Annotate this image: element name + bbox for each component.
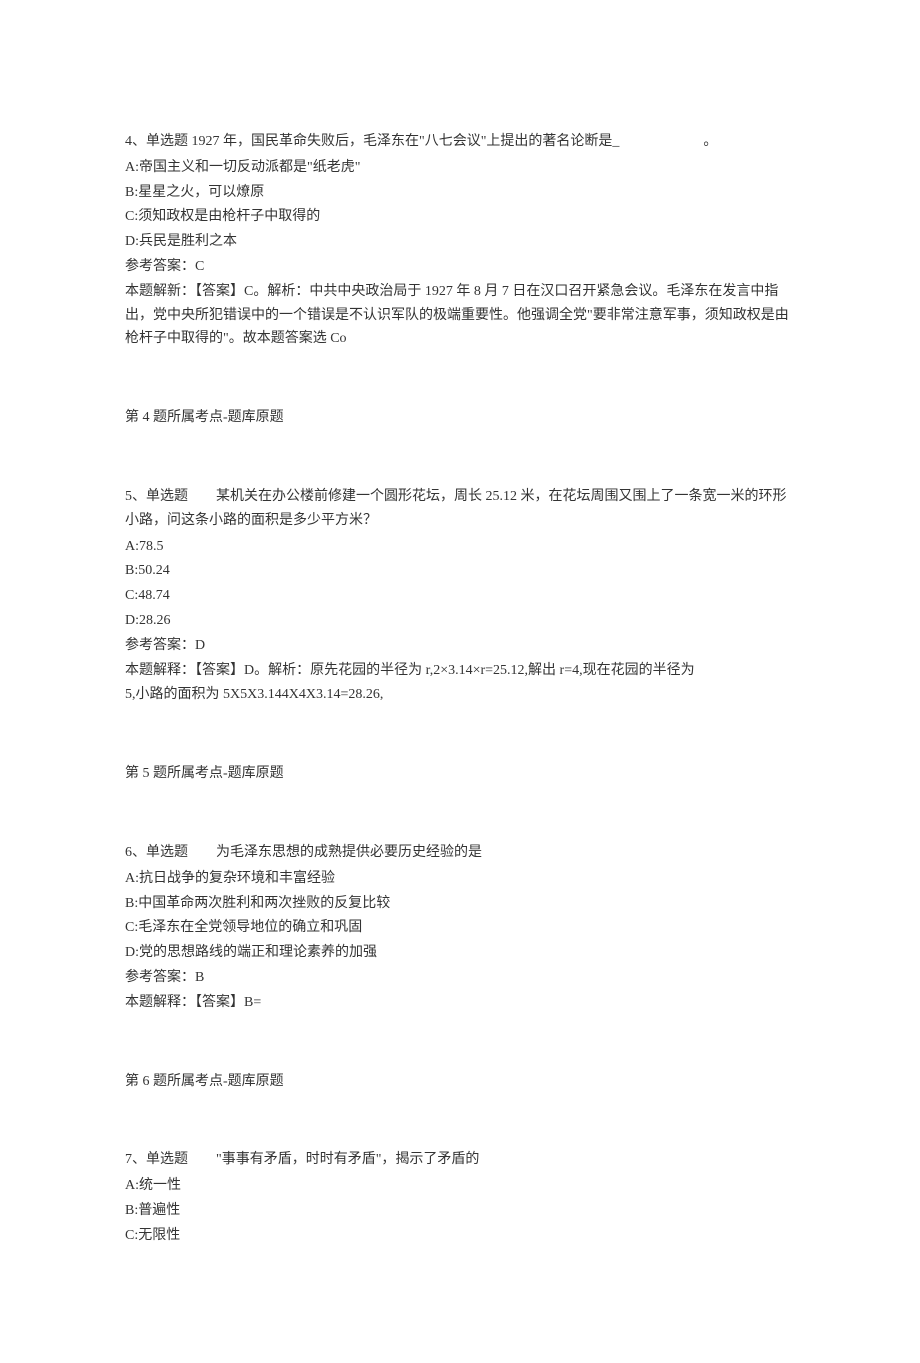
question-6-option-b: B:中国革命两次胜利和两次挫败的反复比较: [125, 892, 795, 916]
question-7-option-a: A:统一性: [125, 1174, 795, 1198]
question-6-option-d: D:党的思想路线的端正和理论素养的加强: [125, 941, 795, 965]
question-4-option-d: D:兵民是胜利之本: [125, 230, 795, 254]
question-4-option-a: A:帝国主义和一切反动派都是"纸老虎": [125, 156, 795, 180]
question-5-option-a: A:78.5: [125, 535, 795, 559]
question-4-option-c: C:须知政权是由枪杆子中取得的: [125, 205, 795, 229]
question-6: 6、单选题 为毛泽东思想的成熟提供必要历史经验的是 A:抗日战争的复杂环境和丰富…: [125, 841, 795, 1093]
question-7-stem: 7、单选题 "事事有矛盾，时时有矛盾"，揭示了矛盾的: [125, 1148, 795, 1172]
document-page: 4、单选题 1927 年，国民革命失败后，毛泽东在"八七会议"上提出的著名论断是…: [0, 0, 920, 1363]
question-5-topic: 第 5 题所属考点-题库原题: [125, 762, 795, 786]
question-4-topic: 第 4 题所属考点-题库原题: [125, 406, 795, 430]
question-4-explanation: 本题解新：【答案】C。解析：中共中央政治局于 1927 年 8 月 7 日在汉口…: [125, 280, 795, 351]
question-5: 5、单选题 某机关在办公楼前修建一个圆形花坛，周长 25.12 米，在花坛周围又…: [125, 485, 795, 786]
question-6-option-a: A:抗日战争的复杂环境和丰富经验: [125, 867, 795, 891]
question-6-option-c: C:毛泽东在全党领导地位的确立和巩固: [125, 916, 795, 940]
question-7: 7、单选题 "事事有矛盾，时时有矛盾"，揭示了矛盾的 A:统一性 B:普遍性 C…: [125, 1148, 795, 1247]
question-5-option-d: D:28.26: [125, 609, 795, 633]
question-7-option-c: C:无限性: [125, 1224, 795, 1248]
question-5-stem: 5、单选题 某机关在办公楼前修建一个圆形花坛，周长 25.12 米，在花坛周围又…: [125, 485, 795, 533]
question-4: 4、单选题 1927 年，国民革命失败后，毛泽东在"八七会议"上提出的著名论断是…: [125, 130, 795, 430]
question-4-stem: 4、单选题 1927 年，国民革命失败后，毛泽东在"八七会议"上提出的著名论断是…: [125, 130, 795, 154]
question-5-option-b: B:50.24: [125, 559, 795, 583]
question-5-explanation-line2: 5,小路的面积为 5X5X3.144X4X3.14=28.26,: [125, 683, 795, 707]
question-6-answer: 参考答案：B: [125, 966, 795, 990]
question-5-answer: 参考答案：D: [125, 634, 795, 658]
question-6-explanation: 本题解释：【答案】B=: [125, 991, 795, 1015]
question-4-answer: 参考答案：C: [125, 255, 795, 279]
question-7-option-b: B:普遍性: [125, 1199, 795, 1223]
question-5-explanation-line1: 本题解释：【答案】D。解析：原先花园的半径为 r,2×3.14×r=25.12,…: [125, 659, 795, 683]
question-4-option-b: B:星星之火，可以燎原: [125, 181, 795, 205]
question-5-option-c: C:48.74: [125, 584, 795, 608]
question-6-topic: 第 6 题所属考点-题库原题: [125, 1070, 795, 1094]
question-6-stem: 6、单选题 为毛泽东思想的成熟提供必要历史经验的是: [125, 841, 795, 865]
